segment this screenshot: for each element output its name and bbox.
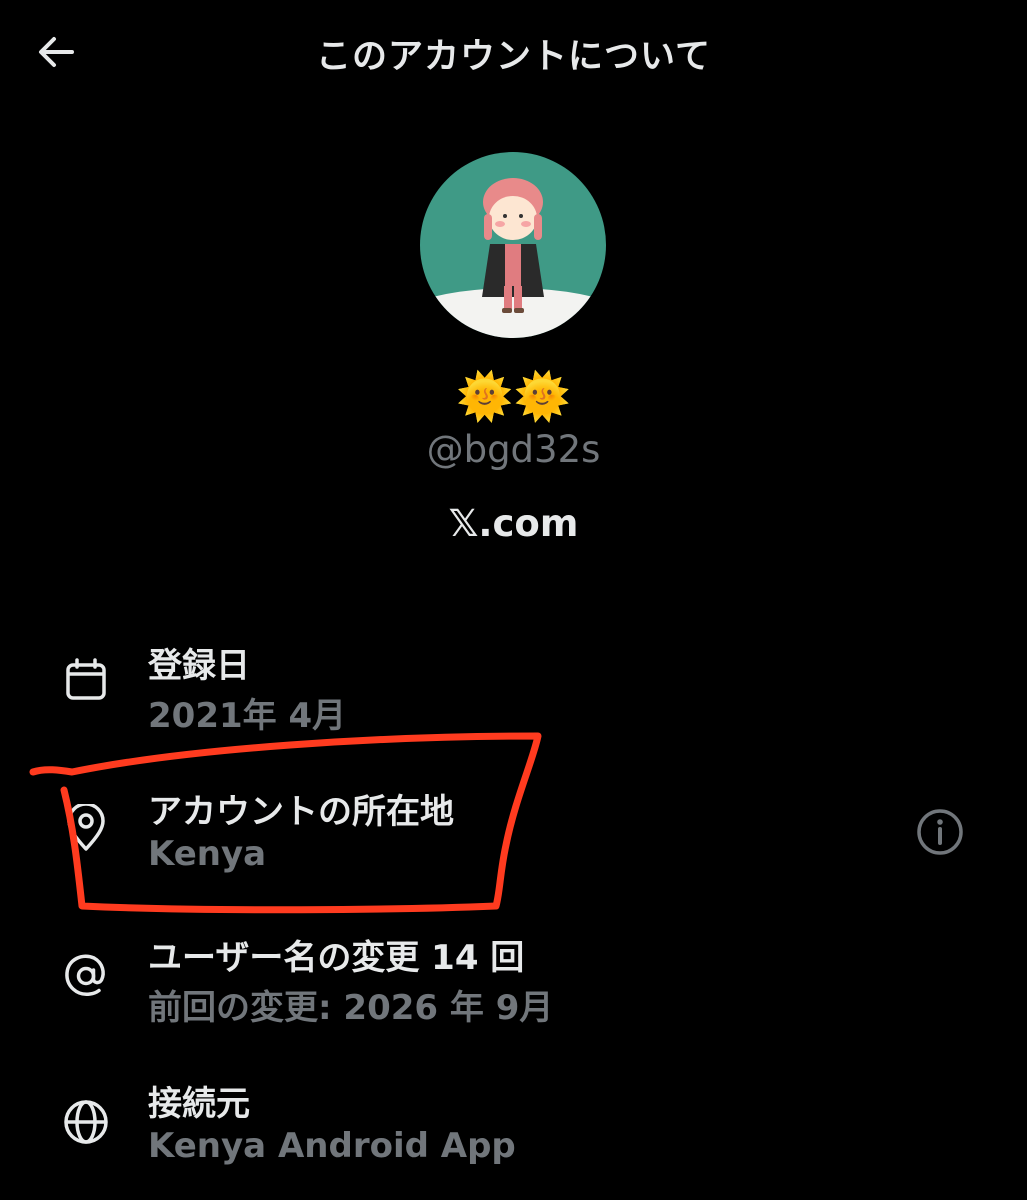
account-location-label: アカウントの所在地 — [148, 792, 454, 832]
connected-via-value: Kenya Android App — [148, 1126, 516, 1166]
username-changes-row: ユーザー名の変更 14 回 前回の変更: 2026 年 9月 — [0, 922, 1027, 1032]
joined-date-label: 登録日 — [148, 646, 250, 686]
site-label: 𝕏.com — [448, 502, 579, 545]
info-icon[interactable] — [916, 808, 964, 856]
avatar[interactable] — [420, 152, 606, 338]
account-location-row: アカウントの所在地 Kenya — [0, 776, 1027, 886]
joined-date-value: 2021年 4月 — [148, 696, 347, 736]
display-name: 🌞🌞 — [456, 369, 571, 423]
account-location-value: Kenya — [148, 834, 267, 874]
username-changes-label: ユーザー名の変更 14 回 — [148, 938, 525, 978]
calendar-icon — [62, 656, 110, 704]
location-pin-icon — [62, 804, 110, 852]
globe-icon — [62, 1098, 110, 1146]
connected-via-row: 接続元 Kenya Android App — [0, 1068, 1027, 1178]
page-title: このアカウントについて — [316, 37, 711, 77]
top-bar: このアカウントについて — [0, 0, 1027, 104]
at-sign-icon — [62, 952, 110, 1000]
username-handle: @bgd32s — [426, 428, 601, 471]
joined-date-row: 登録日 2021年 4月 — [0, 630, 1027, 740]
last-change-value: 前回の変更: 2026 年 9月 — [148, 988, 554, 1028]
connected-via-label: 接続元 — [148, 1084, 250, 1124]
